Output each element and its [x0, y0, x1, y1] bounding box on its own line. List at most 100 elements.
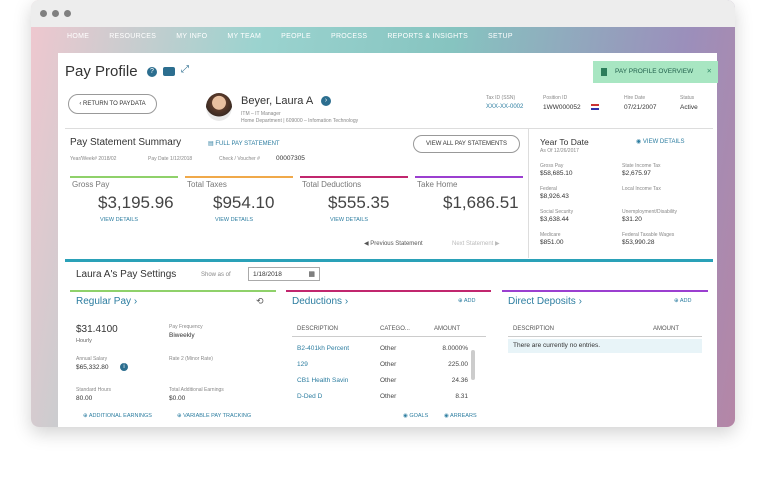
- arrears-label: ARREARS: [450, 413, 477, 419]
- col-category[interactable]: CATEGO...: [380, 326, 410, 332]
- table-row[interactable]: CB1 Health Savin Other 24.36: [292, 374, 468, 388]
- nav-process[interactable]: PROCESS: [331, 33, 367, 40]
- card-view-details[interactable]: VIEW DETAILS: [215, 217, 253, 223]
- nav-reports[interactable]: REPORTS & INSIGHTS: [387, 33, 468, 40]
- ytd-label: Gross Pay: [540, 163, 564, 169]
- ytd-label: Federal Taxable Wages: [622, 232, 675, 238]
- cell-description[interactable]: CB1 Health Savin: [297, 377, 348, 384]
- card-value: $555.35: [328, 193, 390, 212]
- card-value: $1,686.51: [443, 193, 519, 212]
- regular-pay-label: Regular Pay: [76, 296, 132, 307]
- ytd-item: Federal $8,926.43: [540, 186, 569, 200]
- full-statement-label: FULL PAY STATEMENT: [215, 141, 280, 147]
- ytd-view-label: VIEW DETAILS: [642, 139, 685, 145]
- annual-label: Annual Salary: [76, 356, 108, 362]
- calendar-icon[interactable]: ▦: [308, 270, 315, 278]
- previous-statement-link[interactable]: ◀ Previous Statement: [364, 240, 423, 247]
- history-icon[interactable]: ⟲: [256, 296, 264, 307]
- previous-statement-label: Previous Statement: [370, 241, 423, 247]
- return-button[interactable]: ‹ RETURN TO PAYDATA: [68, 94, 157, 114]
- date-input[interactable]: 1/18/2018 ▦: [248, 267, 320, 281]
- status-value: Active: [680, 104, 698, 111]
- chevron-right-icon[interactable]: ›: [321, 96, 331, 106]
- ytd-item: Unemployment/Disability $31.20: [622, 209, 677, 223]
- card-bar: [185, 176, 293, 178]
- window-dot[interactable]: [64, 10, 71, 17]
- card-view-details[interactable]: VIEW DETAILS: [100, 217, 138, 223]
- col-amount[interactable]: AMOUNT: [653, 326, 679, 332]
- nav-setup[interactable]: SETUP: [488, 33, 513, 40]
- nav-resources[interactable]: RESOURCES: [109, 33, 156, 40]
- next-statement-link[interactable]: Next Statement ▶: [452, 240, 500, 247]
- info-icon[interactable]: i: [120, 363, 128, 371]
- annual-value: $65,332.80: [76, 364, 109, 371]
- full-statement-link[interactable]: ▤ FULL PAY STATEMENT: [208, 140, 280, 147]
- cell-amount: 8.31: [455, 393, 468, 400]
- ytd-view-details[interactable]: ◉ VIEW DETAILS: [636, 138, 684, 145]
- addl-earnings-label: Total Additional Earnings: [169, 387, 224, 393]
- overview-panel[interactable]: PAY PROFILE OVERVIEW ✕: [593, 61, 718, 83]
- ytd-item: State Income Tax $2,675.97: [622, 163, 661, 177]
- card-label: Total Taxes: [187, 180, 227, 189]
- deductions-add[interactable]: ⊕ ADD: [458, 298, 475, 304]
- cell-category: Other: [380, 361, 397, 368]
- check-label: Check / Voucher #: [219, 156, 260, 162]
- goals-label: GOALS: [409, 413, 429, 419]
- summary-card: Total Deductions $555.35 VIEW DETAILS: [300, 176, 408, 231]
- help-icon[interactable]: ?: [147, 67, 157, 77]
- ytd-value: $2,675.97: [622, 170, 651, 177]
- deductions-label: Deductions: [292, 296, 343, 307]
- ytd-label: Medicare: [540, 232, 561, 238]
- goals-link[interactable]: ◉ GOALS: [403, 413, 428, 419]
- avatar: [206, 93, 232, 121]
- check-value: 00007305: [276, 155, 305, 162]
- cell-category: Other: [380, 345, 397, 352]
- card-bar: [70, 176, 178, 178]
- additional-earnings-link[interactable]: ⊕ ADDITIONAL EARNINGS: [83, 413, 152, 419]
- divider: [528, 128, 529, 258]
- card-bar: [415, 176, 523, 178]
- cell-description[interactable]: 129: [297, 361, 308, 368]
- cell-description[interactable]: D-Ded D: [297, 393, 322, 400]
- col-description[interactable]: DESCRIPTION: [297, 326, 338, 332]
- freq-value: Biweekly: [169, 332, 195, 339]
- ytd-label: Social Security: [540, 209, 574, 215]
- tax-id-value[interactable]: XXX-XX-0002: [486, 104, 523, 110]
- table-row[interactable]: D-Ded D Other 8.31: [292, 390, 468, 404]
- deductions-title[interactable]: Deductions ›: [292, 296, 348, 307]
- col-description[interactable]: DESCRIPTION: [513, 326, 554, 332]
- ytd-value: $851.00: [540, 239, 564, 246]
- deposits-add[interactable]: ⊕ ADD: [674, 298, 691, 304]
- ytd-value: $8,926.43: [540, 193, 569, 200]
- nav-people[interactable]: PEOPLE: [281, 33, 311, 40]
- position-label: Position ID: [543, 95, 568, 101]
- rate-unit: Hourly: [76, 338, 92, 344]
- table-row[interactable]: B2-401kh Percent Other 8.0000%: [292, 342, 468, 356]
- regular-pay-title[interactable]: Regular Pay ›: [76, 296, 137, 307]
- arrears-link[interactable]: ◉ ARREARS: [444, 413, 477, 419]
- chevron-right-icon: ▶: [493, 241, 500, 247]
- card-label: Gross Pay: [72, 180, 110, 189]
- view-all-button[interactable]: VIEW ALL PAY STATEMENTS: [413, 135, 520, 153]
- cell-amount: 8.0000%: [442, 345, 468, 352]
- summary-card: Take Home $1,686.51: [415, 176, 523, 231]
- nav-my-team[interactable]: MY TEAM: [227, 33, 261, 40]
- expand-icon[interactable]: ⤢: [181, 64, 189, 75]
- variable-pay-label: VARIABLE PAY TRACKING: [183, 413, 252, 419]
- nav-home[interactable]: HOME: [67, 33, 89, 40]
- nav-my-info[interactable]: MY INFO: [176, 33, 207, 40]
- col-amount[interactable]: AMOUNT: [434, 326, 460, 332]
- card-view-details[interactable]: VIEW DETAILS: [330, 217, 368, 223]
- cell-description[interactable]: B2-401kh Percent: [297, 345, 349, 352]
- ytd-item: Medicare $851.00: [540, 232, 564, 246]
- variable-pay-link[interactable]: ⊕ VARIABLE PAY TRACKING: [177, 413, 251, 419]
- chevron-right-icon: ›: [344, 296, 349, 307]
- hire-value: 07/21/2007: [624, 104, 657, 111]
- window-dot[interactable]: [52, 10, 59, 17]
- window-dot[interactable]: [40, 10, 47, 17]
- deposits-title[interactable]: Direct Deposits ›: [508, 296, 582, 307]
- scrollbar[interactable]: [471, 350, 475, 380]
- video-icon[interactable]: [163, 67, 175, 76]
- close-icon[interactable]: ✕: [707, 61, 712, 83]
- table-row[interactable]: 129 Other 225.00: [292, 358, 468, 372]
